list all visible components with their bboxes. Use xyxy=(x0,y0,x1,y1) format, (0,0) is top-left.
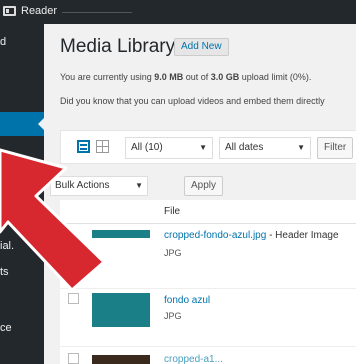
row-checkbox[interactable] xyxy=(68,293,79,304)
media-type-select[interactable]: All (10) ▼ xyxy=(125,137,213,159)
table-row: cropped-a1... xyxy=(60,346,356,364)
bulk-actions-value: Bulk Actions xyxy=(55,180,110,191)
file-type: JPG xyxy=(164,248,182,258)
page-title: Media Library xyxy=(60,36,176,57)
media-thumbnail[interactable] xyxy=(92,230,150,238)
usage-used: 9.0 MB xyxy=(154,72,184,82)
media-toolbar: All (10) ▼ All dates ▼ Filter xyxy=(60,130,356,164)
file-title[interactable]: cropped-fondo-azul.jpg xyxy=(164,230,266,241)
chevron-down-icon: ▼ xyxy=(135,181,143,190)
reader-link[interactable]: Reader xyxy=(21,5,57,17)
table-row: fondo azul JPG xyxy=(60,288,356,346)
media-thumbnail[interactable] xyxy=(92,355,150,364)
admin-bar: Reader xyxy=(0,0,356,24)
apply-button[interactable]: Apply xyxy=(184,176,224,196)
table-header: File xyxy=(60,200,356,224)
filter-button[interactable]: Filter xyxy=(317,137,353,159)
grid-view-icon[interactable] xyxy=(96,140,109,153)
column-file[interactable]: File xyxy=(164,206,180,217)
usage-suffix: upload limit (0%). xyxy=(239,72,312,82)
usage-middle: out of xyxy=(183,72,211,82)
chevron-down-icon: ▼ xyxy=(199,143,207,152)
usage-limit: 3.0 GB xyxy=(210,72,240,82)
table-row: cropped-fondo-azul.jpg - Header Image JP… xyxy=(60,224,356,288)
file-title-link[interactable]: cropped-fondo-azul.jpg - Header Image xyxy=(164,230,339,241)
sidebar-item-comments[interactable]: ts xyxy=(0,266,44,278)
file-title-link[interactable]: cropped-a1... xyxy=(164,354,223,364)
chevron-down-icon: ▼ xyxy=(297,143,305,152)
row-checkbox[interactable] xyxy=(68,353,79,364)
media-type-value: All (10) xyxy=(131,142,163,153)
file-title-link[interactable]: fondo azul xyxy=(164,295,210,306)
add-new-button[interactable]: Add New xyxy=(174,38,229,56)
admin-bar-divider xyxy=(62,12,132,13)
file-title-suffix: - Header Image xyxy=(266,230,339,241)
main-content: Media Library Add New You are currently … xyxy=(44,24,356,364)
bulk-actions-select[interactable]: Bulk Actions ▼ xyxy=(50,176,148,196)
list-view-icon[interactable] xyxy=(77,140,90,153)
date-filter-value: All dates xyxy=(225,142,264,153)
upload-usage-notice: You are currently using 9.0 MB out of 3.… xyxy=(60,72,311,82)
sidebar-item-appearance[interactable]: ce xyxy=(0,322,44,334)
reader-icon[interactable] xyxy=(3,6,16,16)
usage-prefix: You are currently using xyxy=(60,72,155,82)
file-type: JPG xyxy=(164,311,182,321)
upload-tip-notice: Did you know that you can upload videos … xyxy=(60,96,325,106)
media-thumbnail[interactable] xyxy=(92,293,150,327)
date-filter-select[interactable]: All dates ▼ xyxy=(219,137,311,159)
sidebar-item-social[interactable]: ial. xyxy=(0,240,44,252)
sidebar-item-dashboard[interactable]: d xyxy=(0,36,44,48)
admin-sidebar: d ial. ts ce xyxy=(0,24,44,364)
